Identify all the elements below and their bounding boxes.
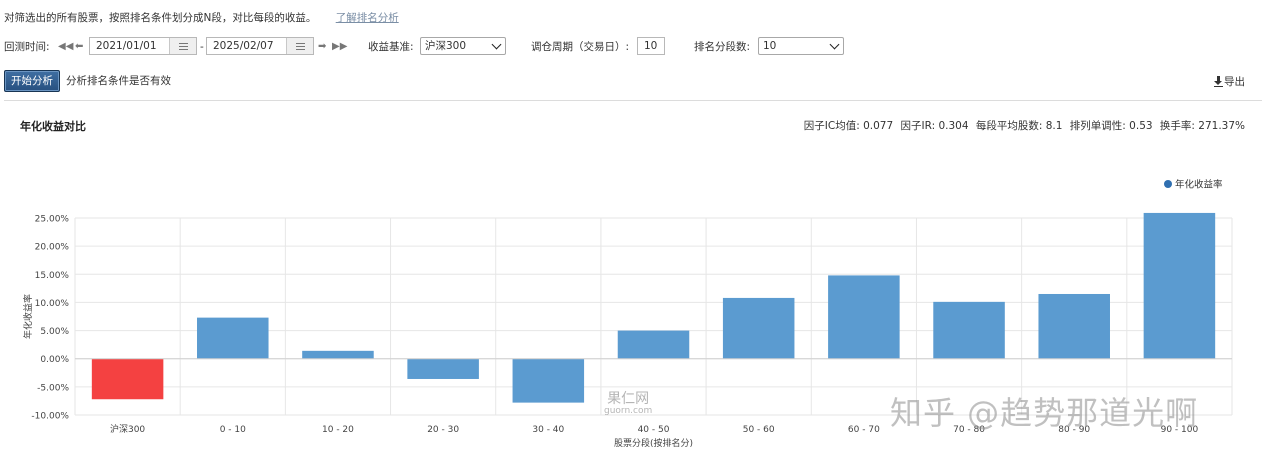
bar [407, 358, 479, 379]
x-tick-label: 40 - 50 [638, 425, 670, 435]
x-tick-label: 0 - 10 [220, 425, 246, 435]
bar [722, 297, 795, 359]
legend-dot [1164, 180, 1172, 188]
bar [91, 358, 164, 400]
x-tick-label: 60 - 70 [848, 425, 880, 435]
site-watermark-name: 果仁网 [607, 391, 650, 407]
y-tick-label: -10.00% [31, 412, 69, 422]
bar [1143, 212, 1216, 359]
x-tick-label: 30 - 40 [532, 425, 564, 435]
zhihu-watermark: 知乎 @趋势那道光啊 [890, 394, 1199, 432]
y-tick-label: 20.00% [35, 243, 70, 253]
y-tick-label: -5.00% [37, 383, 69, 393]
y-tick-label: 15.00% [35, 271, 70, 281]
legend-label: 年化收益率 [1175, 179, 1223, 191]
y-tick-label: 0.00% [40, 355, 69, 365]
bar [828, 275, 900, 359]
y-tick-label: 10.00% [35, 299, 70, 309]
site-watermark: 果仁网 guorn.com [604, 388, 652, 416]
site-watermark-url: guorn.com [604, 406, 653, 416]
bar [1038, 293, 1110, 359]
bar [512, 358, 585, 403]
y-axis-label: 年化收益率 [22, 294, 34, 339]
bar [617, 330, 690, 359]
x-axis-label: 股票分段(按排名分) [614, 437, 693, 449]
y-tick-label: 5.00% [40, 327, 69, 337]
x-tick-label: 沪深300 [110, 423, 145, 435]
x-tick-label: 10 - 20 [322, 425, 354, 435]
y-tick-label: 25.00% [35, 215, 70, 225]
bar [197, 317, 269, 359]
bar [302, 350, 374, 359]
x-tick-label: 20 - 30 [427, 425, 459, 435]
bar [933, 301, 1005, 359]
x-tick-label: 50 - 60 [743, 425, 775, 435]
